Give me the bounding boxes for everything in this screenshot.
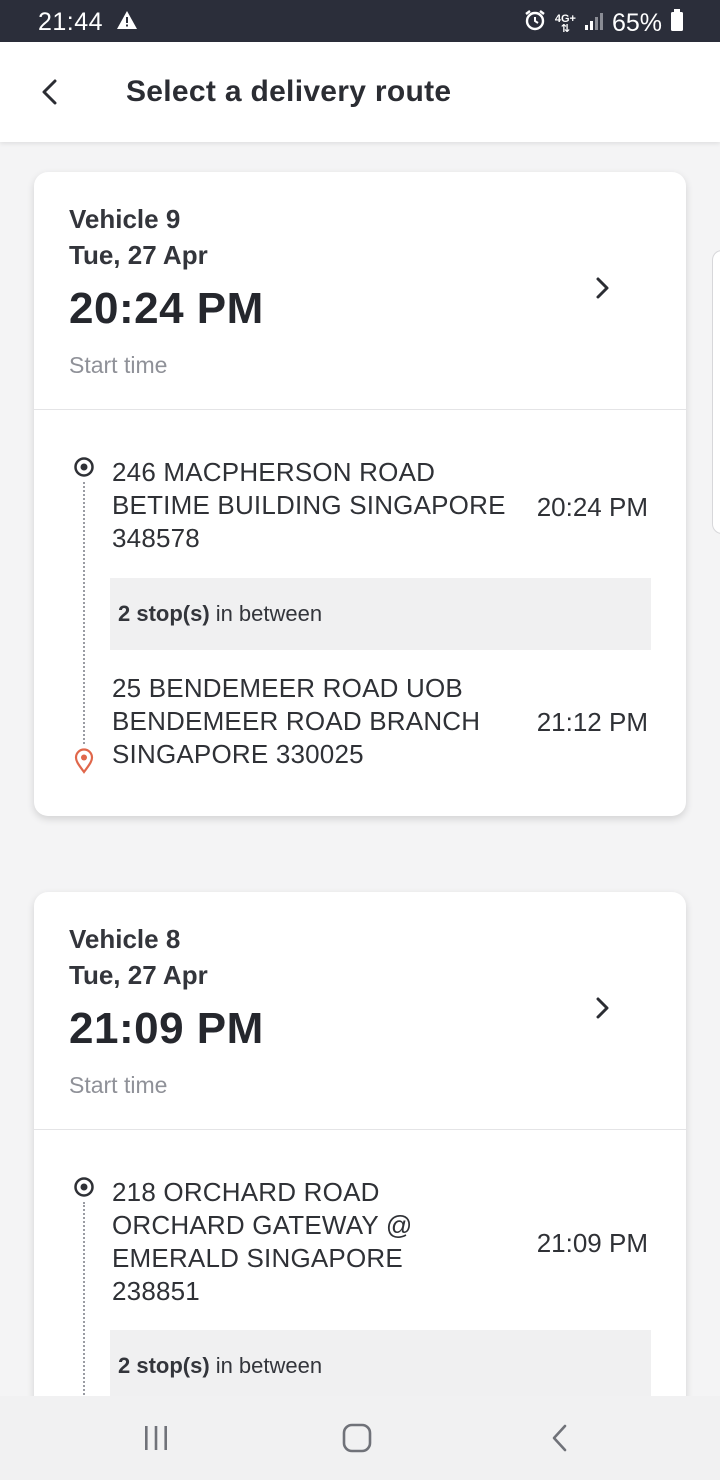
destination-address: 25 BENDEMEER ROAD UOB BENDEMEER ROAD BRA… bbox=[112, 673, 481, 769]
app-bar: Select a delivery route bbox=[0, 42, 720, 142]
stops-in-between: 2 stop(s) in between bbox=[110, 578, 651, 650]
chevron-right-icon[interactable] bbox=[589, 275, 615, 301]
recent-apps-button[interactable] bbox=[138, 1420, 174, 1456]
origin-time: 21:09 PM bbox=[536, 1228, 648, 1258]
origin-address: 246 MACPHERSON ROAD BETIME BUILDING SING… bbox=[112, 457, 506, 553]
system-back-button[interactable] bbox=[542, 1420, 578, 1456]
battery-icon bbox=[670, 8, 684, 39]
recent-apps-icon bbox=[145, 1426, 167, 1450]
destination-time: 21:12 PM bbox=[536, 707, 648, 737]
battery-level: 65% bbox=[611, 9, 662, 37]
back-button[interactable] bbox=[30, 72, 70, 112]
home-icon bbox=[342, 1423, 372, 1453]
system-back-icon bbox=[552, 1424, 567, 1452]
origin-address: 218 ORCHARD ROAD ORCHARD GATEWAY @ EMERA… bbox=[112, 1177, 413, 1306]
page-title: Select a delivery route bbox=[126, 75, 452, 108]
stops-count: 2 stop(s) bbox=[118, 601, 210, 626]
route-card-header: Vehicle 9 Tue, 27 Apr 20:24 PM Start tim… bbox=[34, 172, 686, 410]
vehicle-name: Vehicle 8 bbox=[69, 924, 181, 954]
start-time-label: Start time bbox=[69, 1072, 168, 1098]
route-card-header: Vehicle 8 Tue, 27 Apr 21:09 PM Start tim… bbox=[34, 892, 686, 1130]
signal-icon bbox=[584, 9, 604, 38]
destination-pin-icon bbox=[74, 748, 94, 774]
origin-time: 20:24 PM bbox=[536, 492, 648, 522]
start-time-value: 20:24 PM bbox=[69, 284, 264, 333]
network-indicator: 4G+ ⇅ bbox=[554, 12, 576, 35]
stops-count: 2 stop(s) bbox=[118, 1353, 210, 1378]
start-time-value: 21:09 PM bbox=[69, 1004, 264, 1053]
home-button[interactable] bbox=[339, 1420, 375, 1456]
status-bar: 21:44 4G+ ⇅ 65% bbox=[0, 0, 720, 42]
warning-icon bbox=[116, 10, 138, 35]
route-date: Tue, 27 Apr bbox=[69, 960, 208, 990]
stops-in-between: 2 stop(s) in between bbox=[110, 1330, 651, 1396]
route-card-vehicle-9[interactable]: Vehicle 9 Tue, 27 Apr 20:24 PM Start tim… bbox=[34, 172, 686, 816]
stops-suffix: in between bbox=[215, 1353, 323, 1378]
vehicle-name: Vehicle 9 bbox=[69, 204, 181, 234]
route-connector-line bbox=[83, 482, 85, 744]
system-nav-bar bbox=[0, 1396, 720, 1480]
scroll-edge-handle[interactable] bbox=[712, 250, 720, 534]
back-arrow-icon bbox=[42, 79, 57, 105]
route-list[interactable]: Vehicle 9 Tue, 27 Apr 20:24 PM Start tim… bbox=[0, 142, 720, 1396]
origin-marker-icon bbox=[74, 457, 94, 477]
start-time-label: Start time bbox=[69, 352, 168, 378]
origin-marker-icon bbox=[74, 1177, 94, 1197]
alarm-icon bbox=[523, 8, 547, 39]
route-date: Tue, 27 Apr bbox=[69, 240, 208, 270]
chevron-right-icon[interactable] bbox=[589, 995, 615, 1021]
status-time: 21:44 bbox=[38, 8, 104, 36]
stops-suffix: in between bbox=[215, 601, 323, 626]
route-connector-line bbox=[83, 1202, 85, 1396]
route-card-vehicle-8[interactable]: Vehicle 8 Tue, 27 Apr 21:09 PM Start tim… bbox=[34, 892, 686, 1396]
